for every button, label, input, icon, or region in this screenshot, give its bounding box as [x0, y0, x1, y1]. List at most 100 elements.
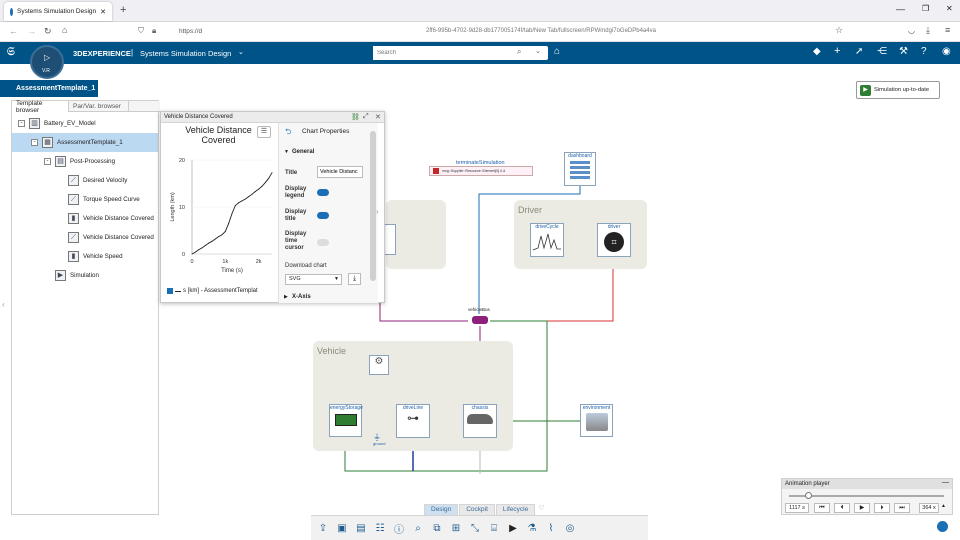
tree-item[interactable]: - ▦ AssessmentTemplate_1: [12, 133, 158, 152]
expand-xaxis-icon[interactable]: ▶: [284, 294, 288, 300]
link-icon[interactable]: ⛓: [351, 113, 360, 121]
drivecycle-block[interactable]: driveCycle: [530, 223, 564, 257]
pocket-icon[interactable]: ◡: [908, 26, 915, 35]
ds-logo-icon[interactable]: 𝔖: [7, 46, 15, 59]
minimize-player-icon[interactable]: —: [942, 479, 949, 486]
skip-end-icon[interactable]: ⏭: [894, 503, 910, 513]
tree-item[interactable]: ▮ Vehicle Distance Covered: [12, 209, 158, 228]
animation-time-field[interactable]: 1117 s: [785, 503, 809, 513]
chart-panel[interactable]: Vehicle Distance Covered ⛓ ⤢ ✕ Vehicle D…: [160, 111, 385, 303]
tree-item[interactable]: ⟋ Vehicle Distance Covered: [12, 228, 158, 247]
browser-tab[interactable]: Systems Simulation Design ✕: [4, 2, 112, 21]
close-tab-icon[interactable]: ✕: [100, 8, 106, 16]
zoom-icon[interactable]: ⌕: [410, 520, 426, 536]
app-title-chevron-icon[interactable]: ⌄: [238, 48, 244, 56]
tree-item[interactable]: ⟋ Desired Velocity: [12, 171, 158, 190]
driver-block[interactable]: driver ⌗: [597, 223, 631, 257]
run-simulation-icon[interactable]: ▶: [505, 520, 521, 536]
download-icon[interactable]: ⤓: [926, 25, 930, 36]
animate-icon[interactable]: ◎: [562, 520, 578, 536]
dashboard-block[interactable]: dashboard: [564, 152, 596, 186]
animation-slider-track[interactable]: [789, 495, 944, 497]
minimize-window-icon[interactable]: —: [896, 4, 905, 14]
list-icon[interactable]: ☷: [372, 520, 388, 536]
expand-icon[interactable]: ⤢: [363, 113, 369, 121]
legend-entry[interactable]: s [km] - AssessmentTemplat: [167, 288, 258, 294]
share-plus-icon[interactable]: ◆: [813, 46, 821, 57]
breadcrumb[interactable]: AssessmentTemplate_1 ›: [0, 80, 102, 97]
tag-icon[interactable]: ⌂: [554, 46, 560, 57]
tree-item[interactable]: - ▥ Battery_EV_Model: [12, 114, 158, 133]
network-icon[interactable]: ⋲: [877, 46, 887, 57]
properties-scrollbar[interactable]: [370, 131, 376, 281]
animation-speed-field[interactable]: 364 x: [919, 503, 939, 513]
close-panel-icon[interactable]: ✕: [375, 113, 381, 121]
variables-icon[interactable]: ⌸: [486, 520, 502, 536]
legend-checkbox[interactable]: [167, 288, 173, 294]
section-general[interactable]: General: [292, 149, 314, 155]
export-icon[interactable]: ⇪: [315, 520, 331, 536]
vehiclebus-node[interactable]: [472, 316, 488, 324]
home-icon[interactable]: ⌂: [62, 25, 67, 35]
controller-block[interactable]: ⚙: [369, 355, 389, 375]
tools-icon[interactable]: ⚒: [899, 46, 908, 57]
tree-expand-toggle[interactable]: -: [18, 120, 25, 127]
reload-icon[interactable]: ↻: [44, 26, 52, 37]
help-icon[interactable]: ?: [921, 46, 927, 57]
download-format-select[interactable]: SVG ▼: [285, 274, 342, 285]
restore-window-icon[interactable]: ❐: [922, 4, 929, 13]
plot-icon[interactable]: ⌇: [543, 520, 559, 536]
tab-parvar-browser[interactable]: Par/Var. browser: [69, 101, 129, 112]
chat-icon[interactable]: [937, 521, 948, 532]
driveline-block[interactable]: driveLine ⊶: [396, 404, 430, 438]
url-path[interactable]: 2ff6-995b-4702-9d28-db177005174f/tab/New…: [426, 28, 656, 34]
display-legend-toggle[interactable]: [317, 189, 329, 196]
collapse-general-icon[interactable]: ▼: [284, 149, 289, 155]
tab-template-browser[interactable]: Template browser: [12, 100, 69, 114]
search-box[interactable]: ⌕ ⌄: [373, 46, 548, 60]
close-window-icon[interactable]: ✕: [946, 4, 953, 13]
display-cursor-toggle[interactable]: [317, 239, 329, 246]
animation-slider-handle[interactable]: [804, 492, 812, 499]
terminate-simulation-block[interactable]: mng::Supplier::Resource::Element[0].0.&: [429, 166, 533, 176]
play-icon[interactable]: ▶: [854, 503, 870, 513]
left-collapse-icon[interactable]: ‹: [2, 300, 5, 309]
url-prefix[interactable]: https://d: [179, 28, 202, 35]
speed-chevron-icon[interactable]: ▲: [941, 503, 946, 509]
tree-item[interactable]: ▶ Simulation: [12, 266, 158, 285]
step-back-icon[interactable]: ⏴: [834, 503, 850, 513]
environment-block[interactable]: environment: [580, 404, 613, 437]
new-tab-button[interactable]: +: [120, 4, 126, 16]
user-icon[interactable]: ◉: [942, 46, 951, 57]
lock-icon[interactable]: 🔒︎: [152, 26, 156, 36]
back-arrow-icon[interactable]: ⮌: [285, 126, 291, 140]
experiment-icon[interactable]: ⚗: [524, 520, 540, 536]
browser-toggle-icon[interactable]: ▤: [353, 520, 369, 536]
search-input[interactable]: [373, 46, 513, 60]
download-button[interactable]: ⤓: [348, 273, 361, 285]
tree-item[interactable]: ⟋ Torque Speed Curve: [12, 190, 158, 209]
energystorage-block[interactable]: energyStorage: [329, 404, 363, 437]
tree-item[interactable]: - ▤ Post-Processing: [12, 152, 158, 171]
info-icon[interactable]: ⓘ: [391, 520, 407, 536]
chart-settings-icon[interactable]: ☰: [257, 126, 271, 138]
display-title-toggle[interactable]: [317, 212, 329, 219]
tree-item[interactable]: ▮ Vehicle Speed: [12, 247, 158, 266]
search-icon[interactable]: ⌕: [517, 47, 521, 57]
chart-title-input[interactable]: [317, 166, 363, 178]
skip-start-icon[interactable]: ⏮: [814, 503, 830, 513]
menu-icon[interactable]: ≡: [945, 25, 950, 35]
compass-widget[interactable]: ▷ V.R: [30, 45, 64, 79]
section-xaxis[interactable]: X-Axis: [292, 294, 311, 300]
library-icon[interactable]: ⧉: [429, 520, 445, 536]
search-dropdown-icon[interactable]: ⌄: [535, 47, 541, 55]
breadcrumb-title[interactable]: AssessmentTemplate_1: [16, 85, 95, 92]
back-icon[interactable]: ←: [9, 26, 18, 36]
add-icon[interactable]: +: [834, 45, 840, 57]
app-title[interactable]: Systems Simulation Design: [140, 49, 231, 58]
tree-expand-toggle[interactable]: -: [44, 158, 51, 165]
bookmark-star-icon[interactable]: ☆: [835, 25, 843, 36]
collapse-properties-icon[interactable]: ›: [376, 207, 379, 216]
connect-icon[interactable]: ⤡: [467, 520, 483, 536]
compass-play-icon[interactable]: ▷: [44, 53, 50, 62]
